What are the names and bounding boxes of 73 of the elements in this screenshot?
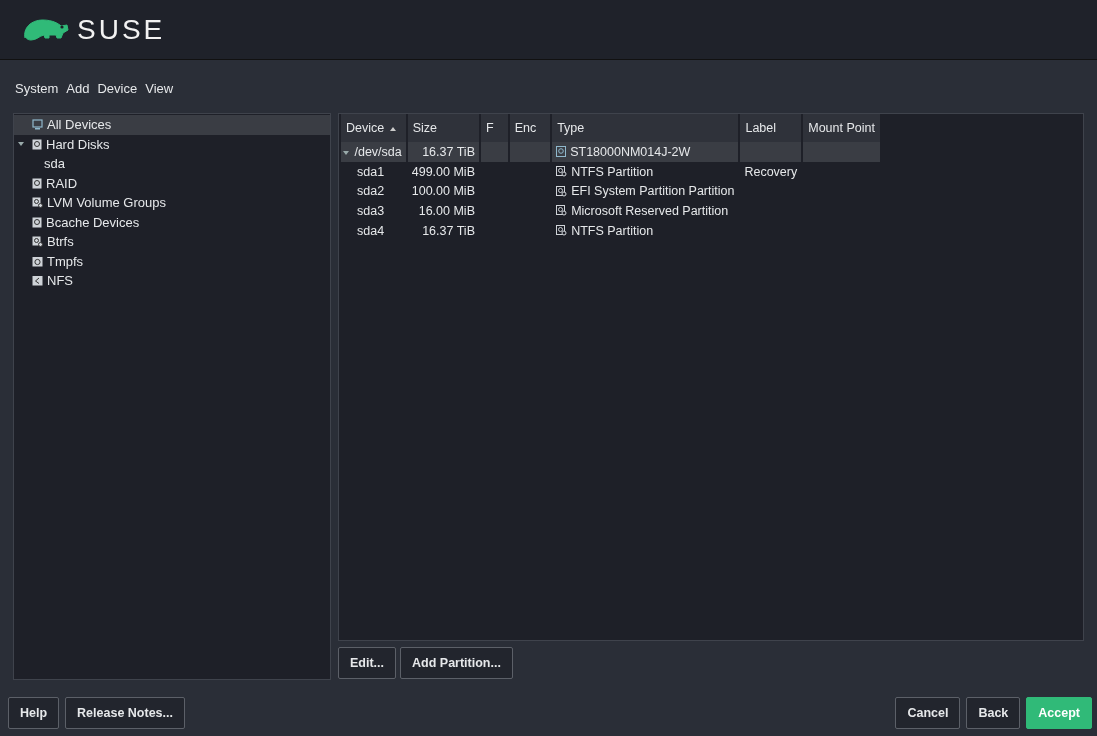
tree-item[interactable]: Tmpfs: [14, 251, 330, 271]
tree-item[interactable]: Bcache Devices: [14, 212, 330, 232]
type-value: ST18000NM014J-2W: [570, 144, 691, 159]
tree-item-label: Bcache Devices: [46, 214, 140, 230]
column-header[interactable]: Enc: [509, 114, 551, 142]
tree-item-label: NFS: [47, 273, 73, 289]
disk-group-icon: [32, 236, 43, 248]
tree-item-label: RAID: [46, 175, 78, 191]
table-row[interactable]: /dev/sda 16.37 TiB ST18000NM014J-2W: [341, 142, 880, 162]
size-value: 16.00 MiB: [418, 203, 475, 218]
brand-name: SUSE: [77, 13, 166, 46]
expanded-arrow-icon[interactable]: [343, 149, 349, 156]
clock-folder-icon: [32, 255, 43, 267]
table-action-button[interactable]: Add Partition...: [400, 647, 513, 679]
size-value: 16.37 TiB: [422, 223, 475, 238]
type-value: NTFS Partition: [571, 164, 654, 179]
column-header[interactable]: Mount Point: [803, 114, 880, 142]
footer-button[interactable]: Help: [8, 697, 60, 729]
menu-item[interactable]: Add: [66, 81, 90, 96]
monitor-icon: [32, 119, 43, 131]
tree-item[interactable]: sda: [14, 154, 330, 174]
tree-item[interactable]: RAID: [14, 173, 330, 193]
size-value: 16.37 TiB: [422, 144, 475, 159]
footer-button[interactable]: Cancel: [895, 697, 961, 729]
tree-item[interactable]: All Devices: [14, 115, 330, 135]
partition-icon: [556, 185, 568, 197]
type-value: NTFS Partition: [571, 223, 654, 238]
label-value: Recovery: [744, 164, 798, 179]
tree-item-label: Hard Disks: [46, 136, 110, 152]
column-header[interactable]: Label: [740, 114, 802, 142]
column-header[interactable]: Device: [341, 114, 406, 142]
device-name: /dev/sda: [354, 144, 402, 159]
device-name: sda3: [357, 203, 385, 218]
tree-item-label: All Devices: [47, 117, 112, 133]
disk-icon: [556, 146, 567, 158]
tree-item-label: LVM Volume Groups: [47, 195, 166, 211]
sort-ascending-icon: [390, 126, 397, 131]
tree-item-label: Tmpfs: [47, 253, 84, 269]
partition-icon: [556, 205, 568, 217]
size-value: 100.00 MiB: [411, 184, 475, 199]
type-value: EFI System Partition Partition: [571, 184, 735, 199]
tree-item[interactable]: LVM Volume Groups: [14, 193, 330, 213]
disk-group-icon: [32, 197, 43, 209]
column-header[interactable]: Size: [407, 114, 479, 142]
tree-item[interactable]: Hard Disks: [14, 134, 330, 154]
tree-item[interactable]: NFS: [14, 271, 330, 291]
partition-icon: [556, 166, 568, 178]
menu-item[interactable]: Device: [97, 81, 138, 96]
table-row[interactable]: sda2 100.00 MiB EFI System Partition Partition: [341, 181, 880, 202]
device-name: sda4: [357, 223, 385, 238]
column-header[interactable]: Type: [552, 114, 739, 142]
device-name: sda1: [357, 164, 385, 179]
table-row[interactable]: sda3 16.00 MiB Microsoft Reserved Partition: [341, 201, 880, 221]
footer-button[interactable]: Release Notes...: [65, 697, 185, 729]
disk-icon: [32, 177, 42, 189]
partition-icon: [556, 225, 568, 237]
size-value: 499.00 MiB: [411, 164, 475, 179]
menu-item[interactable]: System: [15, 81, 59, 96]
menu-item[interactable]: View: [145, 81, 174, 96]
type-value: Microsoft Reserved Partition: [571, 203, 729, 218]
share-folder-icon: [32, 275, 43, 287]
table-row[interactable]: sda4 16.37 TiB NTFS Partition: [341, 220, 880, 241]
tree-item[interactable]: Btrfs: [14, 232, 330, 252]
expanded-arrow-icon[interactable]: [18, 141, 24, 148]
table-row[interactable]: sda1 499.00 MiB NTFS Partition Recovery: [341, 161, 880, 182]
device-name: sda2: [357, 184, 385, 199]
column-header[interactable]: F: [481, 114, 508, 142]
table-action-button[interactable]: Edit...: [338, 647, 397, 679]
tree-item-label: Btrfs: [47, 234, 74, 250]
footer-button[interactable]: Back: [966, 697, 1021, 729]
tree-item-label: sda: [44, 156, 65, 172]
disk-icon: [32, 138, 42, 150]
disk-icon: [32, 216, 42, 228]
